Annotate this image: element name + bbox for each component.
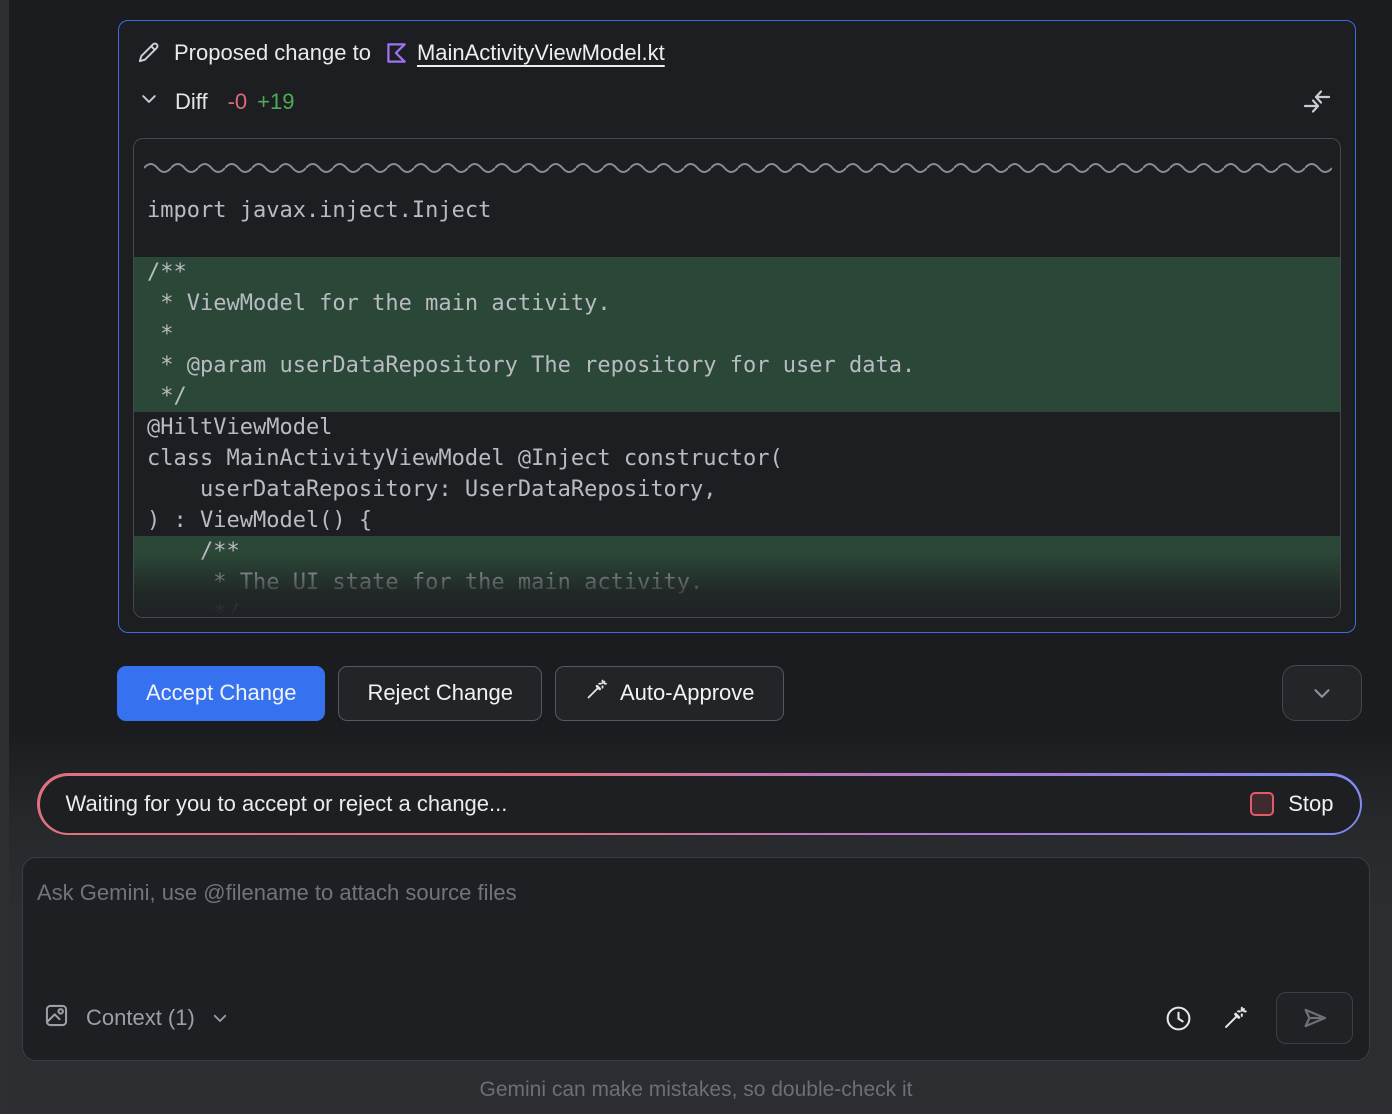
diff-deletions-count: -0 xyxy=(228,89,248,115)
gemini-assistant-panel: Proposed change to MainActivityViewModel… xyxy=(0,0,1392,1114)
diff-additions-count: +19 xyxy=(257,89,294,115)
composer-area: Waiting for you to accept or reject a ch… xyxy=(0,735,1392,1114)
prompt-composer: Context (1) xyxy=(22,857,1370,1061)
stop-icon xyxy=(1250,792,1274,816)
panel-edge-divider xyxy=(0,0,9,1114)
change-actions-row: Accept Change Reject Change Auto-Approve xyxy=(117,665,1362,721)
diff-label: Diff xyxy=(175,89,208,115)
reject-change-label: Reject Change xyxy=(367,680,513,706)
diff-code-line: class MainActivityViewModel @Inject cons… xyxy=(134,443,1340,474)
diff-code-line: import javax.inject.Inject xyxy=(134,195,1340,226)
diff-code-line: * xyxy=(134,319,1340,350)
diff-code-line xyxy=(134,226,1340,257)
diff-code-viewer[interactable]: import javax.inject.Inject /** * ViewMod… xyxy=(133,138,1341,618)
diff-code-line: * ViewModel for the main activity. xyxy=(134,288,1340,319)
chevron-down-icon xyxy=(1309,680,1335,706)
jump-to-source-icon[interactable] xyxy=(1301,86,1333,118)
scroll-collapse-button[interactable] xyxy=(1282,665,1362,721)
auto-approve-label: Auto-Approve xyxy=(620,680,755,706)
prompt-input[interactable] xyxy=(23,858,1369,992)
diff-code-line: @HiltViewModel xyxy=(134,412,1340,443)
context-label: Context (1) xyxy=(86,1005,195,1031)
auto-approve-button[interactable]: Auto-Approve xyxy=(555,666,784,721)
diff-code-lines: import javax.inject.Inject /** * ViewMod… xyxy=(134,195,1340,618)
diff-code-line: * @param userDataRepository The reposito… xyxy=(134,350,1340,381)
status-message: Waiting for you to accept or reject a ch… xyxy=(66,791,508,817)
disclaimer-text: Gemini can make mistakes, so double-chec… xyxy=(0,1078,1392,1102)
collapsed-region-squiggle xyxy=(144,159,1332,177)
accept-change-button[interactable]: Accept Change xyxy=(117,666,325,721)
composer-actions xyxy=(1164,992,1353,1044)
image-attachment-icon xyxy=(43,1002,70,1035)
magic-wand-icon[interactable] xyxy=(1221,1005,1248,1032)
chevron-down-icon[interactable] xyxy=(139,89,159,115)
send-button[interactable] xyxy=(1276,992,1353,1044)
stop-label: Stop xyxy=(1288,791,1333,817)
composer-toolbar: Context (1) xyxy=(23,992,1369,1060)
chat-area: Proposed change to MainActivityViewModel… xyxy=(0,0,1392,721)
diff-code-line: * The UI state for the main activity. xyxy=(134,567,1340,598)
accept-change-label: Accept Change xyxy=(146,680,296,706)
stop-button[interactable]: Stop xyxy=(1250,791,1333,817)
chevron-down-icon xyxy=(211,1009,229,1027)
diff-code-line: ) : ViewModel() { xyxy=(134,505,1340,536)
diff-code-line: /** xyxy=(134,257,1340,288)
diff-code-line: */ xyxy=(134,381,1340,412)
reject-change-button[interactable]: Reject Change xyxy=(338,666,542,721)
pencil-edit-icon xyxy=(135,39,162,66)
history-clock-icon[interactable] xyxy=(1164,1004,1193,1033)
diff-code-line: userDataRepository: UserDataRepository, xyxy=(134,474,1340,505)
diff-code-line: /** xyxy=(134,536,1340,567)
diff-code-line: */ xyxy=(134,598,1340,618)
magic-wand-icon xyxy=(584,678,608,708)
proposal-title: Proposed change to xyxy=(174,40,371,66)
diff-header-row: Diff -0 +19 xyxy=(119,70,1355,124)
proposed-change-card: Proposed change to MainActivityViewModel… xyxy=(118,20,1356,633)
kotlin-file-icon xyxy=(383,40,409,66)
send-icon xyxy=(1300,1003,1330,1033)
changed-file-link[interactable]: MainActivityViewModel.kt xyxy=(383,40,665,66)
changed-file-name: MainActivityViewModel.kt xyxy=(417,40,665,66)
proposal-header: Proposed change to MainActivityViewModel… xyxy=(119,21,1355,70)
status-pill: Waiting for you to accept or reject a ch… xyxy=(40,776,1360,833)
context-dropdown[interactable]: Context (1) xyxy=(43,1002,229,1035)
status-pill-border: Waiting for you to accept or reject a ch… xyxy=(37,773,1362,835)
